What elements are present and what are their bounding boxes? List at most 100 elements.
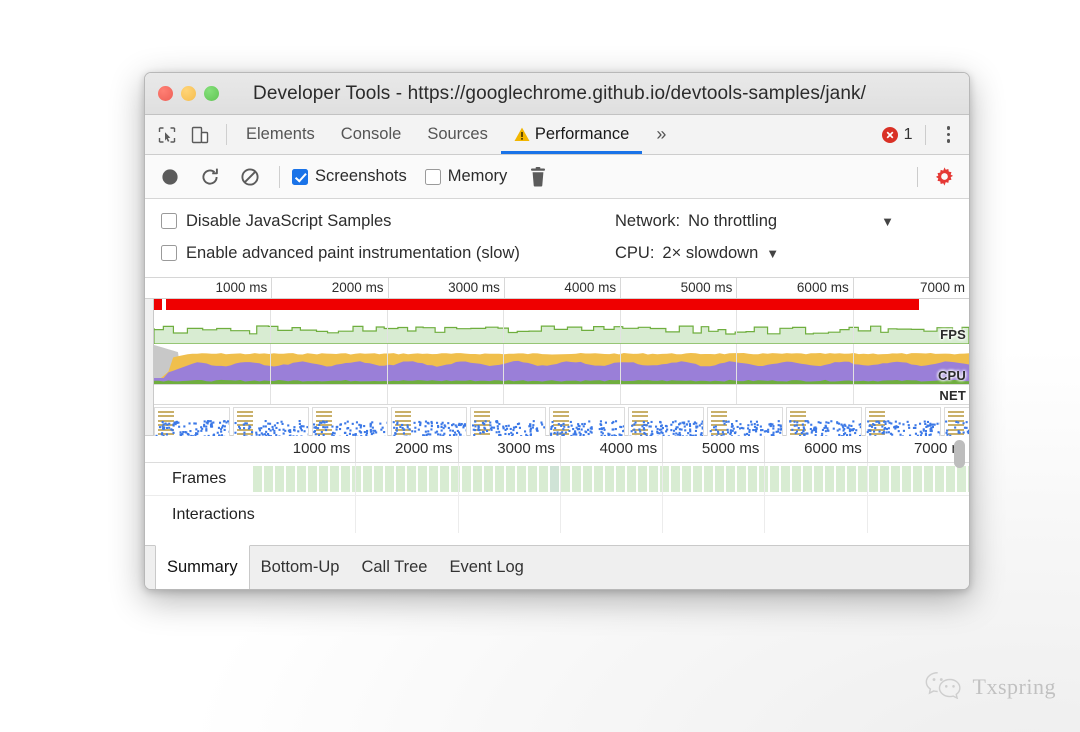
frame-bar[interactable]	[814, 466, 823, 492]
frame-bar[interactable]	[682, 466, 691, 492]
frame-bar[interactable]	[473, 466, 482, 492]
frame-bar[interactable]	[407, 466, 416, 492]
error-count-badge[interactable]: 1	[881, 126, 913, 144]
tab-call-tree[interactable]: Call Tree	[350, 546, 438, 589]
kebab-menu-icon[interactable]	[938, 126, 960, 143]
frame-bar[interactable]	[704, 466, 713, 492]
interactions-track-row[interactable]: Interactions	[145, 463, 969, 533]
tab-bottom-up[interactable]: Bottom-Up	[250, 546, 351, 589]
trash-icon[interactable]	[529, 166, 547, 187]
frame-bar[interactable]	[440, 466, 449, 492]
frames-strip[interactable]	[253, 466, 969, 492]
frame-bar[interactable]	[825, 466, 834, 492]
tab-console[interactable]: Console	[328, 115, 415, 154]
frame-bar[interactable]	[858, 466, 867, 492]
frame-bar[interactable]	[594, 466, 603, 492]
frame-bar[interactable]	[275, 466, 284, 492]
frame-bar[interactable]	[671, 466, 680, 492]
device-toolbar-icon[interactable]	[190, 125, 210, 145]
memory-checkbox-box[interactable]	[424, 168, 441, 185]
frame-bar[interactable]	[396, 466, 405, 492]
frame-bar[interactable]	[550, 466, 559, 492]
cpu-throttling-control[interactable]: CPU: 2× slowdown ▼	[615, 244, 779, 263]
frame-bar[interactable]	[627, 466, 636, 492]
frame-bar[interactable]	[726, 466, 735, 492]
frames-track-row[interactable]: Frames	[145, 463, 969, 496]
frame-bar[interactable]	[946, 466, 955, 492]
frame-bar[interactable]	[616, 466, 625, 492]
frame-bar[interactable]	[451, 466, 460, 492]
frame-bar[interactable]	[583, 466, 592, 492]
frame-bar[interactable]	[957, 466, 966, 492]
frame-bar[interactable]	[286, 466, 295, 492]
frame-bar[interactable]	[539, 466, 548, 492]
frame-bar[interactable]	[495, 466, 504, 492]
frame-bar[interactable]	[836, 466, 845, 492]
network-chevron-down-icon[interactable]: ▼	[881, 214, 894, 229]
advanced-paint-checkbox[interactable]: Enable advanced paint instrumentation (s…	[145, 244, 615, 263]
frame-bar[interactable]	[638, 466, 647, 492]
frame-bar[interactable]	[605, 466, 614, 492]
cpu-chevron-down-icon[interactable]: ▼	[766, 246, 779, 261]
frame-bar[interactable]	[484, 466, 493, 492]
screenshots-checkbox[interactable]: Screenshots	[292, 167, 407, 186]
frame-bar[interactable]	[737, 466, 746, 492]
disable-js-samples-box[interactable]	[161, 213, 177, 229]
frame-bar[interactable]	[418, 466, 427, 492]
network-throttling-control[interactable]: Network: No throttling ▼	[615, 212, 894, 231]
tab-performance[interactable]: Performance	[500, 115, 643, 154]
frame-bar[interactable]	[913, 466, 922, 492]
tab-elements[interactable]: Elements	[233, 115, 328, 154]
gear-icon[interactable]	[934, 166, 955, 187]
frame-bar[interactable]	[363, 466, 372, 492]
tab-sources[interactable]: Sources	[414, 115, 501, 154]
frame-bar[interactable]	[792, 466, 801, 492]
memory-checkbox[interactable]: Memory	[424, 167, 507, 186]
frame-bar[interactable]	[748, 466, 757, 492]
vertical-scrollbar-thumb[interactable]	[954, 440, 965, 468]
frame-bar[interactable]	[715, 466, 724, 492]
frame-bar[interactable]	[429, 466, 438, 492]
frame-bar[interactable]	[924, 466, 933, 492]
frame-bar[interactable]	[319, 466, 328, 492]
frame-bar[interactable]	[902, 466, 911, 492]
frame-bar[interactable]	[649, 466, 658, 492]
frame-bar[interactable]	[572, 466, 581, 492]
frame-bar[interactable]	[693, 466, 702, 492]
frame-bar[interactable]	[891, 466, 900, 492]
frame-bar[interactable]	[935, 466, 944, 492]
inspect-element-icon[interactable]	[157, 125, 177, 145]
cpu-track[interactable]: CPU	[154, 344, 969, 384]
timeline-overview[interactable]: 1000 ms 2000 ms 3000 ms 4000 ms 5000 ms 6000 …	[145, 278, 969, 458]
tab-event-log[interactable]: Event Log	[438, 546, 534, 589]
frame-bar[interactable]	[770, 466, 779, 492]
fps-track[interactable]: FPS	[153, 310, 969, 345]
screenshots-checkbox-box[interactable]	[292, 168, 308, 185]
frame-bar[interactable]	[462, 466, 471, 492]
frame-bar[interactable]	[385, 466, 394, 492]
frame-bar[interactable]	[330, 466, 339, 492]
clear-icon[interactable]	[239, 166, 261, 188]
frame-bar[interactable]	[308, 466, 317, 492]
frame-bar[interactable]	[297, 466, 306, 492]
reload-icon[interactable]	[199, 166, 221, 188]
frame-bar[interactable]	[264, 466, 273, 492]
tab-summary[interactable]: Summary	[155, 545, 250, 589]
frame-bar[interactable]	[880, 466, 889, 492]
record-icon[interactable]	[159, 166, 181, 188]
frame-bar[interactable]	[253, 466, 262, 492]
frame-bar[interactable]	[869, 466, 878, 492]
frame-bar[interactable]	[561, 466, 570, 492]
frame-bar[interactable]	[341, 466, 350, 492]
disable-js-samples-checkbox[interactable]: Disable JavaScript Samples	[145, 212, 615, 231]
more-tabs-button[interactable]: »	[642, 115, 680, 154]
frame-bar[interactable]	[374, 466, 383, 492]
frame-bar[interactable]	[528, 466, 537, 492]
frame-bar[interactable]	[517, 466, 526, 492]
frame-bar[interactable]	[506, 466, 515, 492]
advanced-paint-box[interactable]	[161, 245, 177, 261]
frame-bar[interactable]	[781, 466, 790, 492]
frame-bar[interactable]	[803, 466, 812, 492]
frame-bar[interactable]	[847, 466, 856, 492]
net-track[interactable]: NET	[154, 384, 969, 405]
